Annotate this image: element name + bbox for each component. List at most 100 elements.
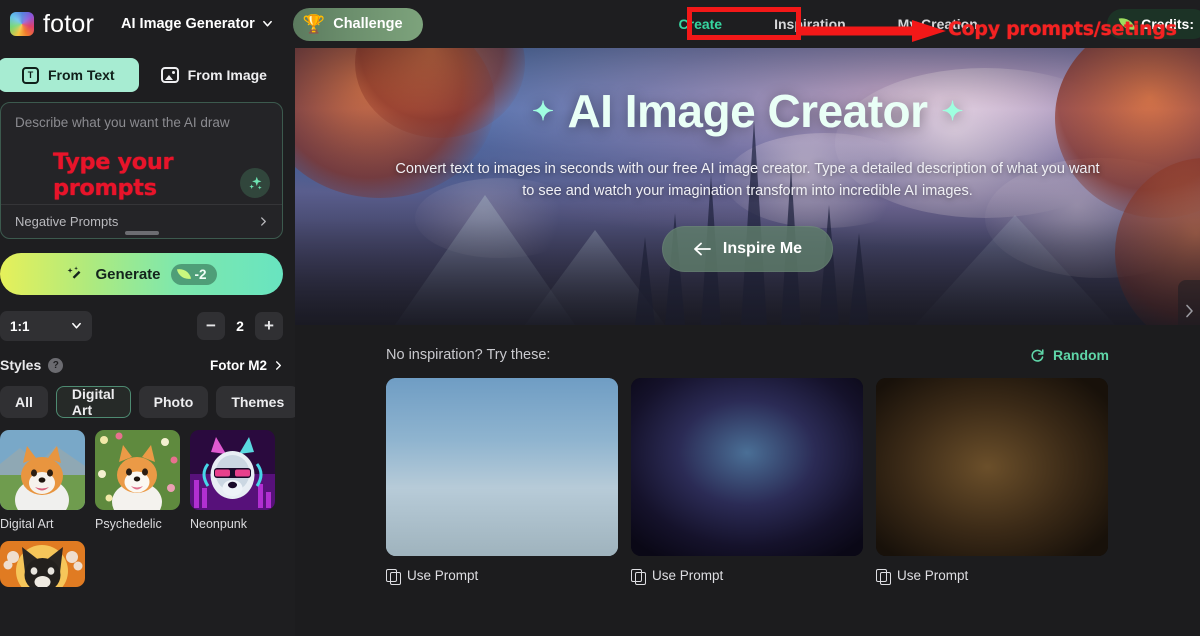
aspect-ratio-select[interactable]: 1:1 <box>0 311 92 341</box>
mode-tab-group: T From Text From Image <box>0 48 295 102</box>
copy-icon <box>386 569 401 585</box>
app-root: fotor AI Image Generator 🏆 Challenge Cre… <box>0 0 1200 636</box>
hero-title-row: ✦ AI Image Creator ✦ <box>532 84 963 138</box>
shiba-meadow-art <box>0 430 85 510</box>
annotation-arrow <box>800 20 946 42</box>
boston-terrier-art <box>0 541 85 587</box>
style-thumb-digital-art[interactable]: Digital Art <box>0 430 85 531</box>
refresh-icon <box>1031 348 1044 362</box>
leaf-icon <box>176 266 191 282</box>
ratio-and-count-row: 1:1 − 2 + <box>0 311 283 341</box>
aspect-ratio-value: 1:1 <box>10 318 30 334</box>
help-icon[interactable]: ? <box>48 357 64 373</box>
style-thumbnail-grid-row2 <box>0 541 283 587</box>
use-prompt-button[interactable]: Use Prompt <box>631 568 863 585</box>
tab-from-image-label: From Image <box>187 67 267 83</box>
app-switcher[interactable]: AI Image Generator <box>121 16 273 32</box>
count-value: 2 <box>236 318 244 334</box>
style-tab-digital-art[interactable]: Digital Art <box>55 386 131 418</box>
style-thumb-image <box>0 430 85 510</box>
inspire-me-label: Inspire Me <box>722 239 803 257</box>
use-prompt-label: Use Prompt <box>407 568 479 583</box>
generate-cost-value: -2 <box>194 266 207 282</box>
text-icon: T <box>21 66 39 84</box>
sparkles-icon[interactable] <box>240 168 270 198</box>
inspiration-card-image[interactable] <box>631 378 863 556</box>
style-thumb-psychedelic[interactable]: Psychedelic <box>95 430 180 531</box>
style-thumb-label: Psychedelic <box>95 517 162 531</box>
count-increment-button[interactable]: + <box>255 312 283 340</box>
chevron-right-icon <box>276 360 281 370</box>
trophy-icon: 🏆 <box>302 14 326 34</box>
inspiration-section: No inspiration? Try these: Random Use Pr… <box>295 347 1200 585</box>
inspiration-card[interactable]: Use Prompt <box>631 378 863 585</box>
inspiration-header: No inspiration? Try these: Random <box>386 347 1109 363</box>
use-prompt-label: Use Prompt <box>897 568 969 583</box>
tab-from-image[interactable]: From Image <box>143 58 285 92</box>
inspiration-heading: No inspiration? Try these: <box>386 347 551 363</box>
copy-icon <box>876 569 891 585</box>
hero-carousel-next-button[interactable] <box>1178 280 1200 325</box>
fotor-logo-text: fotor <box>43 9 95 38</box>
negative-prompts-row[interactable]: Negative Prompts <box>1 204 282 238</box>
styles-header-row: Styles ? Fotor M2 <box>0 357 283 373</box>
style-tab-all[interactable]: All <box>0 386 48 418</box>
magic-wand-icon <box>67 265 81 279</box>
inspire-me-button[interactable]: Inspire Me <box>661 225 834 272</box>
style-thumb-partial[interactable] <box>0 541 85 587</box>
copy-icon <box>631 569 646 585</box>
challenge-button[interactable]: 🏆 Challenge <box>292 7 423 41</box>
challenge-label: Challenge <box>333 16 403 32</box>
use-prompt-button[interactable]: Use Prompt <box>876 568 1108 585</box>
use-prompt-label: Use Prompt <box>652 568 724 583</box>
chevron-right-icon <box>1185 304 1193 318</box>
tab-from-text[interactable]: T From Text <box>0 58 139 92</box>
sparkle-icon: ✦ <box>941 95 964 126</box>
style-category-tabs: All Digital Art Photo Themes <box>0 386 295 418</box>
inspiration-card-list: Use Prompt Use Prompt Use Prompt <box>386 378 1200 585</box>
fotor-logo-icon <box>10 12 34 36</box>
model-selector[interactable]: Fotor M2 <box>210 358 283 373</box>
style-thumb-label: Neonpunk <box>190 517 247 531</box>
arrow-left-icon <box>694 242 711 256</box>
inspiration-card-image[interactable] <box>876 378 1108 556</box>
styles-label-group: Styles ? <box>0 357 64 373</box>
sparkles-glyph <box>248 176 262 190</box>
random-button[interactable]: Random <box>1030 347 1109 363</box>
model-label: Fotor M2 <box>210 357 267 373</box>
count-decrement-button[interactable]: − <box>197 312 225 340</box>
generate-button[interactable]: Generate -2 <box>0 253 283 295</box>
inspiration-card[interactable]: Use Prompt <box>386 378 618 585</box>
style-thumb-label: Digital Art <box>0 517 54 531</box>
chevron-down-icon <box>262 20 272 27</box>
prompt-input-box[interactable]: Describe what you want the AI draw Type … <box>0 102 283 239</box>
hero-banner: ✦ AI Image Creator ✦ Convert text to ima… <box>295 48 1200 325</box>
style-thumb-image <box>95 430 180 510</box>
inspiration-card-image[interactable] <box>386 378 618 556</box>
fotor-logo[interactable]: fotor <box>10 10 94 39</box>
annotation-copy-prompts-text: Copy prompts/setings <box>948 18 1177 40</box>
negative-prompts-label: Negative Prompts <box>15 214 119 229</box>
main-content: ✦ AI Image Creator ✦ Convert text to ima… <box>295 48 1200 636</box>
resize-handle[interactable] <box>124 231 159 235</box>
neon-bulldog-art <box>190 430 275 510</box>
tab-from-text-label: From Text <box>47 67 115 83</box>
use-prompt-button[interactable]: Use Prompt <box>386 568 618 585</box>
generate-label: Generate <box>95 265 161 283</box>
generate-cost-badge: -2 <box>170 263 217 285</box>
image-count-stepper: − 2 + <box>197 312 283 340</box>
inspiration-card[interactable]: Use Prompt <box>876 378 1108 585</box>
annotation-highlight-box <box>687 7 801 40</box>
style-tab-photo[interactable]: Photo <box>138 386 209 418</box>
style-thumb-image <box>0 541 85 587</box>
app-switcher-label: AI Image Generator <box>121 16 255 32</box>
prompt-placeholder: Describe what you want the AI draw <box>15 115 230 130</box>
shiba-flowers-art <box>95 430 180 510</box>
sparkle-icon: ✦ <box>532 95 554 126</box>
chevron-right-icon <box>261 217 266 226</box>
page-title: AI Image Creator <box>567 85 928 137</box>
style-thumb-neonpunk[interactable]: Neonpunk <box>190 430 275 531</box>
random-label: Random <box>1053 347 1109 363</box>
style-tab-themes[interactable]: Themes <box>216 386 295 418</box>
left-sidebar: T From Text From Image Describe what you… <box>0 48 295 636</box>
